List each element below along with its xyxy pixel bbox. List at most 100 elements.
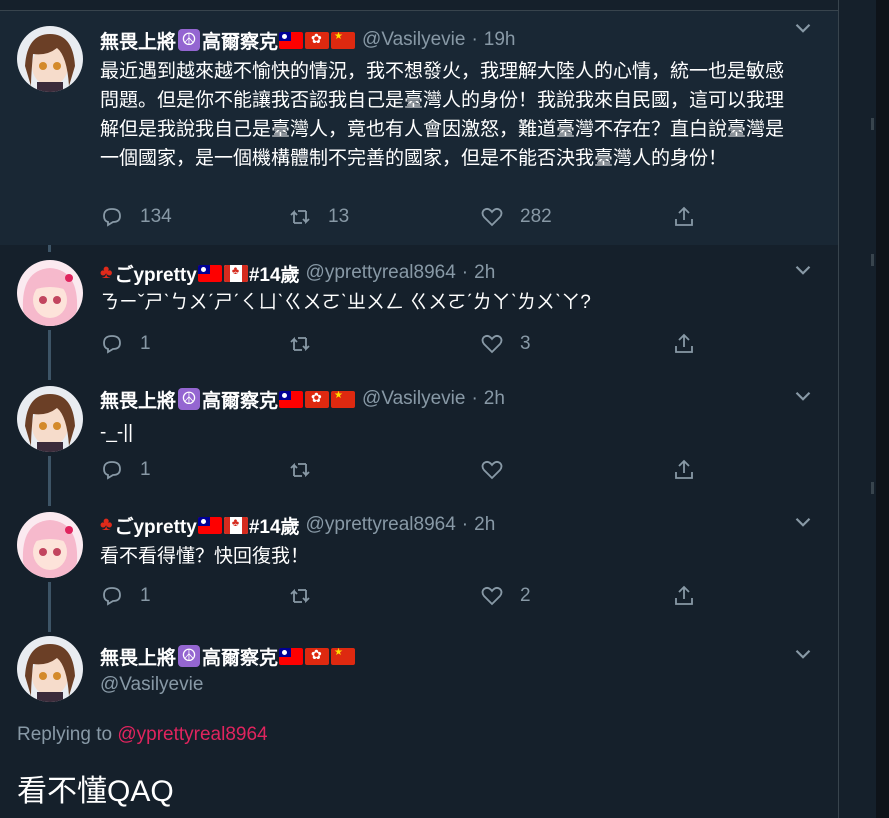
hong-kong-flag-icon: [305, 31, 330, 49]
taiwan-flag-icon: [279, 647, 304, 665]
retweet-button[interactable]: [288, 330, 312, 358]
scroll-marker: [871, 482, 874, 494]
timestamp[interactable]: 19h: [484, 29, 516, 51]
tweet-text: ㄋㄧˇㄕˋㄅㄨˊㄕˊㄑㄩˋㄍㄨㄛˋㄓㄨㄥ ㄍㄨㄛˊㄌㄚˋㄌㄨˋㄚ?: [100, 292, 591, 313]
display-name[interactable]: ごypretty: [114, 512, 196, 539]
twitter-conversation-screen: 無畏上將 ☮ 高爾察克 @Vasilyevie · 19h 最近遇到越來越不愉快…: [0, 0, 889, 818]
reply-icon: [103, 208, 121, 227]
avatar[interactable]: [17, 512, 83, 578]
tweet-1[interactable]: 無畏上將 ☮ 高爾察克 @Vasilyevie · 19h 最近遇到越來越不愉快…: [0, 11, 838, 245]
reply-count: 1: [140, 585, 151, 606]
timestamp[interactable]: 2h: [474, 262, 495, 284]
display-name[interactable]: 無畏上將: [100, 643, 176, 670]
heart-icon: [481, 334, 503, 354]
maple-leaf-icon: ♣: [100, 262, 113, 283]
tweet-header: 無畏上將 ☮ 高爾察克 @Vasilyevie · 19h: [100, 27, 515, 53]
reply-button[interactable]: 1: [100, 582, 151, 610]
heart-icon: [481, 207, 503, 227]
tweet-4[interactable]: ♣ ごypretty #14歲 @yprettyreal8964 · 2h 看不…: [0, 502, 838, 624]
taiwan-flag-icon: [279, 390, 304, 408]
taiwan-flag-icon: [197, 264, 222, 282]
taiwan-flag-icon: [197, 516, 222, 534]
share-icon: [675, 585, 693, 605]
replying-to: Replying to @yprettyreal8964: [17, 724, 268, 746]
reply-count: 134: [140, 206, 172, 227]
display-name-suffix[interactable]: #14歲: [249, 260, 300, 287]
tweet-actions: 1 3: [100, 330, 700, 358]
taiwan-flag-icon: [279, 31, 304, 49]
retweet-icon: [290, 336, 310, 352]
like-count: 282: [520, 206, 552, 227]
user-handle[interactable]: @Vasilyevie: [362, 388, 465, 410]
tweet-actions: 1 2: [100, 582, 700, 610]
reply-count: 1: [140, 333, 151, 354]
like-button[interactable]: 2: [480, 582, 531, 610]
retweet-icon: [290, 462, 310, 478]
like-button[interactable]: [480, 456, 504, 484]
heart-icon: [481, 460, 503, 480]
share-icon: [675, 333, 693, 353]
peace-symbol-icon: ☮: [178, 29, 201, 51]
user-handle[interactable]: @yprettyreal8964: [306, 514, 456, 536]
tweet-text: -_-||: [100, 422, 134, 443]
tweet-header: 無畏上將 ☮ 高爾察克 @Vasilyevie · 2h: [100, 386, 505, 412]
china-flag-icon: [331, 390, 356, 408]
display-name-suffix[interactable]: 高爾察克: [202, 386, 278, 413]
replying-to-handle[interactable]: @yprettyreal8964: [117, 724, 267, 745]
reply-button[interactable]: 134: [100, 203, 172, 231]
share-button[interactable]: [672, 582, 696, 610]
display-name-suffix[interactable]: #14歲: [249, 512, 300, 539]
china-flag-icon: [331, 31, 356, 49]
separator-dot: ·: [461, 514, 469, 535]
chevron-down-icon[interactable]: [790, 509, 816, 535]
retweet-button[interactable]: [288, 456, 312, 484]
retweet-button[interactable]: [288, 582, 312, 610]
avatar[interactable]: [17, 386, 83, 452]
user-handle[interactable]: @yprettyreal8964: [306, 262, 456, 284]
display-name[interactable]: 無畏上將: [100, 386, 176, 413]
tweet-header: ♣ ごypretty #14歲 @yprettyreal8964 · 2h: [100, 260, 495, 286]
like-count: 3: [520, 333, 531, 354]
timestamp[interactable]: 2h: [474, 514, 495, 536]
like-button[interactable]: 3: [480, 330, 531, 358]
share-icon: [675, 459, 693, 479]
reply-count: 1: [140, 459, 151, 480]
tweet-header: 無畏上將 ☮ 高爾察克: [100, 643, 356, 669]
tweet-3[interactable]: 無畏上將 ☮ 高爾察克 @Vasilyevie · 2h -_-|| 1: [0, 376, 838, 498]
replying-to-label: Replying to: [17, 724, 113, 745]
window-edge: [876, 0, 889, 818]
chevron-down-icon[interactable]: [790, 641, 816, 667]
retweet-count: 13: [328, 206, 350, 227]
share-button[interactable]: [672, 330, 696, 358]
right-scroll-rail: [838, 0, 889, 818]
separator-dot: ·: [471, 29, 478, 50]
display-name-suffix[interactable]: 高爾察克: [202, 27, 278, 54]
retweet-button[interactable]: 13: [288, 203, 349, 231]
chevron-down-icon[interactable]: [790, 383, 816, 409]
scroll-marker: [871, 118, 874, 130]
avatar[interactable]: [17, 636, 83, 702]
timestamp[interactable]: 2h: [484, 388, 505, 410]
hong-kong-flag-icon: [305, 390, 330, 408]
reply-button[interactable]: 1: [100, 456, 151, 484]
reply-icon: [103, 587, 121, 606]
separator-dot: ·: [461, 262, 469, 283]
avatar[interactable]: [17, 26, 83, 92]
reply-icon: [103, 335, 121, 354]
tweet-2[interactable]: ♣ ごypretty #14歲 @yprettyreal8964 · 2h ㄋㄧ…: [0, 250, 838, 372]
display-name-suffix[interactable]: 高爾察克: [202, 643, 278, 670]
tweet-text: 看不看得懂？快回復我！: [100, 546, 310, 567]
reply-button[interactable]: 1: [100, 330, 151, 358]
user-handle[interactable]: @Vasilyevie: [362, 29, 465, 51]
chevron-down-icon[interactable]: [790, 15, 816, 41]
avatar[interactable]: [17, 260, 83, 326]
display-name[interactable]: ごypretty: [114, 260, 196, 287]
retweet-icon: [290, 588, 310, 604]
like-button[interactable]: 282: [480, 203, 552, 231]
retweet-icon: [290, 209, 310, 225]
chevron-down-icon[interactable]: [790, 257, 816, 283]
display-name[interactable]: 無畏上將: [100, 27, 176, 54]
share-button[interactable]: [672, 203, 696, 231]
main-user-handle[interactable]: @Vasilyevie: [100, 674, 203, 696]
share-button[interactable]: [672, 456, 696, 484]
